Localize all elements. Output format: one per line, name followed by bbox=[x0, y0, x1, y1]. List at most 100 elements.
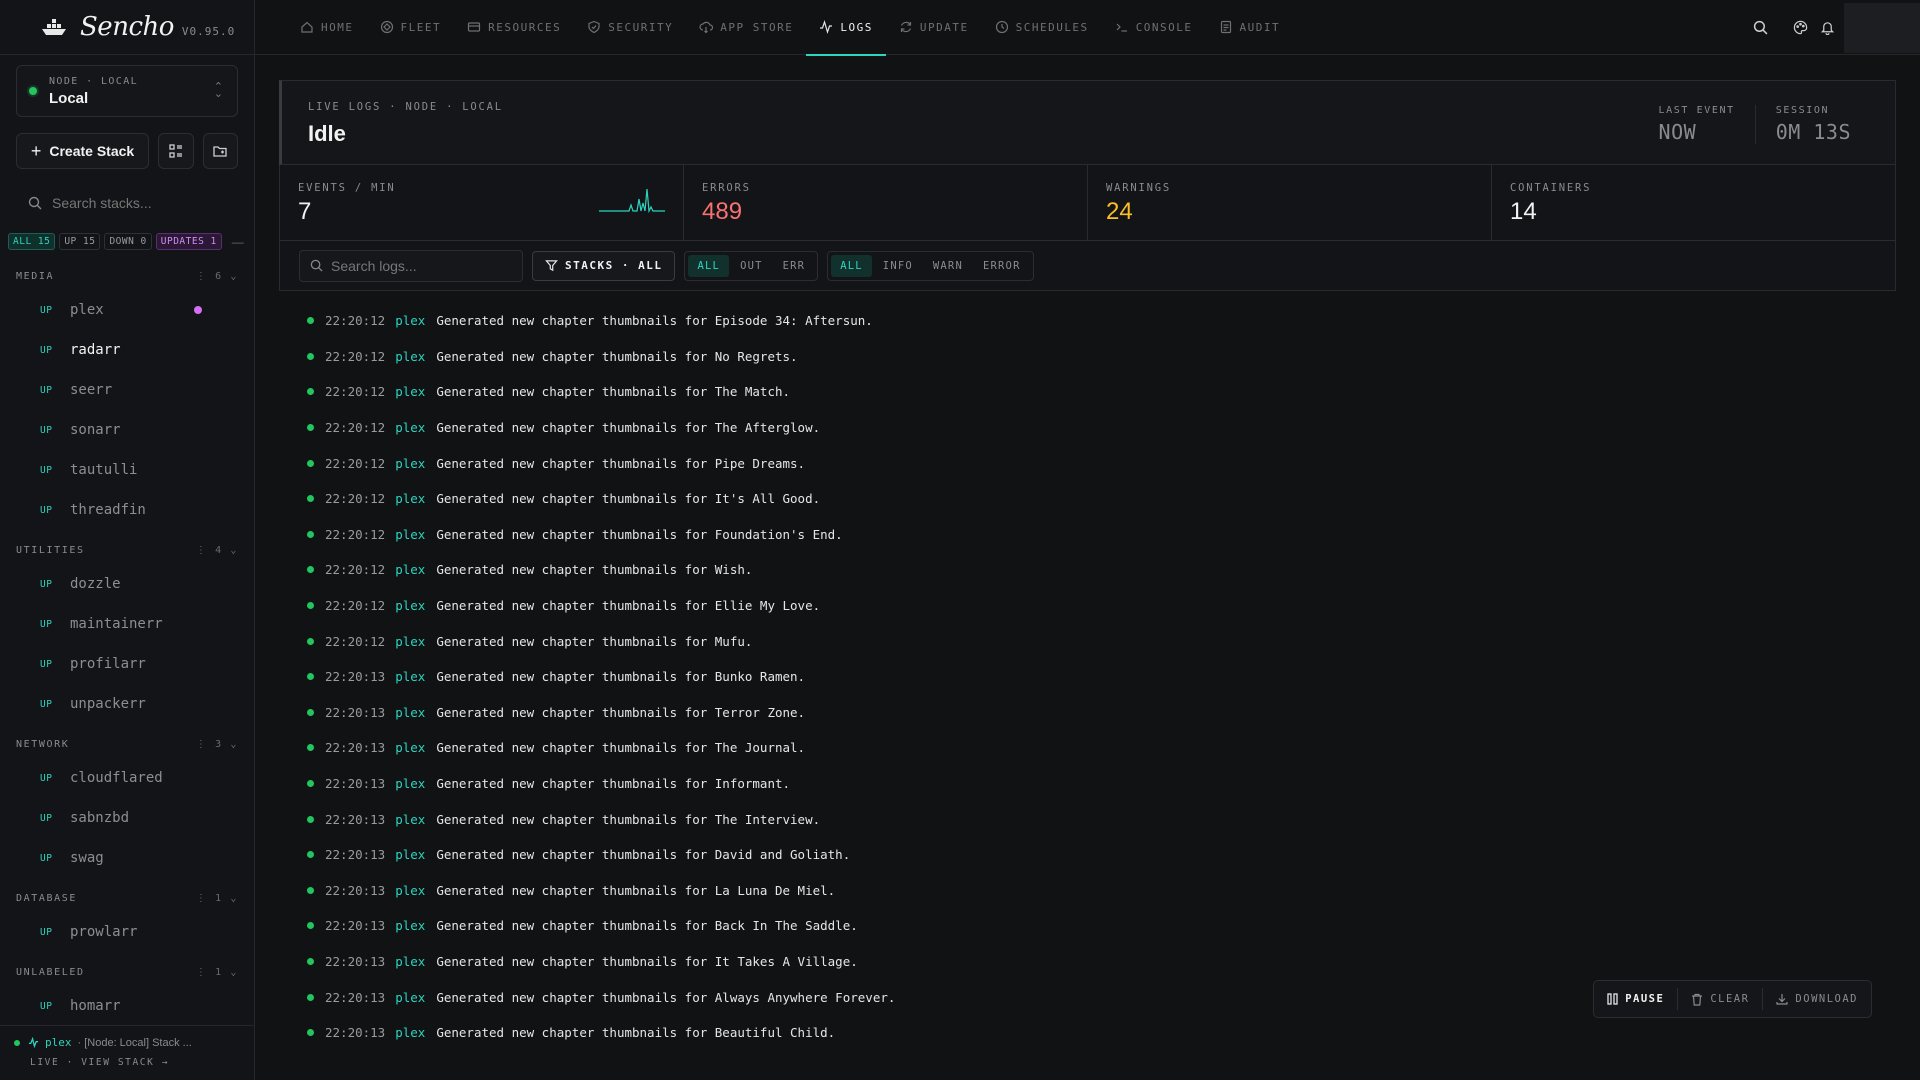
group-header[interactable]: DATABASE ⋮ 1 ⌄ bbox=[0, 884, 254, 912]
search-icon bbox=[310, 259, 323, 272]
chevron-down-icon[interactable]: ⌄ bbox=[223, 967, 238, 978]
log-service[interactable]: plex bbox=[395, 562, 425, 577]
nav-resources[interactable]: RESOURCES bbox=[454, 0, 574, 55]
group-header[interactable]: NETWORK ⋮ 3 ⌄ bbox=[0, 730, 254, 758]
filter-chip[interactable]: ALL 15 bbox=[8, 233, 56, 250]
log-service[interactable]: plex bbox=[395, 598, 425, 613]
chevron-down-icon[interactable]: ⌄ bbox=[223, 739, 238, 750]
nav-label: APP STORE bbox=[720, 20, 794, 34]
log-service[interactable]: plex bbox=[395, 527, 425, 542]
nav-home[interactable]: HOME bbox=[287, 0, 367, 55]
log-time: 22:20:12 bbox=[325, 455, 386, 471]
log-service[interactable]: plex bbox=[395, 705, 425, 720]
stack-item-sonarr[interactable]: UP sonarr bbox=[0, 410, 254, 450]
nav-fleet[interactable]: FLEET bbox=[367, 0, 455, 55]
stack-item-unpackerr[interactable]: UP unpackerr bbox=[0, 684, 254, 724]
log-service[interactable]: plex bbox=[395, 740, 425, 755]
stack-item-plex[interactable]: UP plex bbox=[0, 290, 254, 330]
nav-logs[interactable]: LOGS bbox=[806, 0, 886, 56]
log-service[interactable]: plex bbox=[395, 883, 425, 898]
stack-item-threadfin[interactable]: UP threadfin bbox=[0, 490, 254, 530]
log-time: 22:20:12 bbox=[325, 562, 386, 578]
kebab-icon[interactable]: ⋮ bbox=[196, 739, 215, 750]
stream-option-out[interactable]: OUT bbox=[731, 255, 772, 277]
search-icon[interactable] bbox=[1740, 20, 1780, 35]
pause-button[interactable]: PAUSE bbox=[1594, 988, 1677, 1010]
chevron-down-icon[interactable]: ⌄ bbox=[223, 271, 238, 282]
folder-button[interactable] bbox=[202, 133, 239, 169]
stack-item-prowlarr[interactable]: UP prowlarr bbox=[0, 912, 254, 952]
stack-item-tautulli[interactable]: UP tautulli bbox=[0, 450, 254, 490]
log-service[interactable]: plex bbox=[395, 776, 425, 791]
stack-status: UP bbox=[40, 772, 53, 784]
level-option-info[interactable]: INFO bbox=[874, 255, 922, 277]
clear-button[interactable]: CLEAR bbox=[1677, 988, 1762, 1010]
stream-option-all[interactable]: ALL bbox=[688, 254, 730, 277]
stack-name: maintainerr bbox=[70, 616, 163, 632]
stack-item-radarr[interactable]: UP radarr bbox=[0, 330, 254, 370]
log-service[interactable]: plex bbox=[395, 420, 425, 435]
more-filters-icon[interactable]: — bbox=[232, 235, 244, 249]
group-header[interactable]: UNLABELED ⋮ 1 ⌄ bbox=[0, 958, 254, 986]
log-service[interactable]: plex bbox=[395, 313, 425, 328]
log-service[interactable]: plex bbox=[395, 669, 425, 684]
log-search[interactable] bbox=[299, 249, 523, 282]
footer-text: · [Node: Local] Stack ... bbox=[77, 1036, 192, 1049]
log-service[interactable]: plex bbox=[395, 456, 425, 471]
stack-item-swag[interactable]: UP swag bbox=[0, 838, 254, 878]
log-service[interactable]: plex bbox=[395, 491, 425, 506]
log-search-input[interactable] bbox=[331, 257, 511, 274]
stack-item-dozzle[interactable]: UP dozzle bbox=[0, 564, 254, 604]
log-service[interactable]: plex bbox=[395, 954, 425, 969]
log-service[interactable]: plex bbox=[395, 918, 425, 933]
stacks-filter-button[interactable]: STACKS · ALL bbox=[532, 250, 676, 281]
stack-search[interactable]: Search stacks... bbox=[28, 191, 238, 215]
bell-icon[interactable] bbox=[1820, 20, 1844, 35]
log-service[interactable]: plex bbox=[395, 1025, 425, 1040]
nav-app-store[interactable]: APP STORE bbox=[686, 0, 806, 55]
stack-item-profilarr[interactable]: UP profilarr bbox=[0, 644, 254, 684]
sidebar-footer[interactable]: plex · [Node: Local] Stack ... LIVE · VI… bbox=[0, 1025, 254, 1080]
node-selector[interactable]: NODE · LOCAL Local ⌃ ⌄ bbox=[16, 65, 238, 117]
stack-item-cloudflared[interactable]: UP cloudflared bbox=[0, 758, 254, 798]
create-stack-button[interactable]: + Create Stack bbox=[16, 133, 150, 169]
level-option-warn[interactable]: WARN bbox=[924, 255, 972, 277]
log-service[interactable]: plex bbox=[395, 990, 425, 1005]
filter-chip[interactable]: UP 15 bbox=[59, 233, 101, 250]
stream-option-err[interactable]: ERR bbox=[774, 255, 815, 277]
kebab-icon[interactable]: ⋮ bbox=[196, 893, 215, 904]
kebab-icon[interactable]: ⋮ bbox=[196, 545, 215, 556]
level-option-error[interactable]: ERROR bbox=[974, 255, 1030, 277]
nav-audit[interactable]: AUDIT bbox=[1206, 0, 1294, 55]
group-header[interactable]: UTILITIES ⋮ 4 ⌄ bbox=[0, 536, 254, 564]
filter-chip[interactable]: UPDATES 1 bbox=[155, 233, 222, 250]
chevron-down-icon[interactable]: ⌄ bbox=[223, 545, 238, 556]
stack-item-maintainerr[interactable]: UP maintainerr bbox=[0, 604, 254, 644]
chevron-down-icon[interactable]: ⌄ bbox=[223, 893, 238, 904]
nav-update[interactable]: UPDATE bbox=[886, 0, 982, 55]
log-time: 22:20:12 bbox=[325, 633, 386, 649]
nav-security[interactable]: SECURITY bbox=[574, 0, 686, 55]
brand[interactable]: Sencho V0.95.0 bbox=[0, 0, 254, 55]
stack-item-sabnzbd[interactable]: UP sabnzbd bbox=[0, 798, 254, 838]
log-service[interactable]: plex bbox=[395, 634, 425, 649]
kebab-icon[interactable]: ⋮ bbox=[196, 967, 215, 978]
grid-view-button[interactable] bbox=[158, 133, 194, 169]
log-service[interactable]: plex bbox=[395, 384, 425, 399]
view-stack-link[interactable]: LIVE · VIEW STACK → bbox=[30, 1057, 254, 1068]
log-service[interactable]: plex bbox=[395, 349, 425, 364]
filter-chip[interactable]: DOWN 0 bbox=[104, 233, 152, 250]
log-service[interactable]: plex bbox=[395, 812, 425, 827]
user-menu[interactable] bbox=[1844, 2, 1920, 53]
nav-console[interactable]: CONSOLE bbox=[1102, 0, 1206, 55]
log-service[interactable]: plex bbox=[395, 847, 425, 862]
stack-item-seerr[interactable]: UP seerr bbox=[0, 370, 254, 410]
download-button[interactable]: DOWNLOAD bbox=[1762, 988, 1871, 1010]
kebab-icon[interactable]: ⋮ bbox=[196, 271, 215, 282]
nav-schedules[interactable]: SCHEDULES bbox=[982, 0, 1102, 55]
stack-item-homarr[interactable]: UP homarr bbox=[0, 986, 254, 1025]
level-option-all[interactable]: ALL bbox=[831, 254, 872, 277]
group-header[interactable]: MEDIA ⋮ 6 ⌄ bbox=[0, 262, 254, 290]
log-time: 22:20:13 bbox=[325, 704, 386, 720]
palette-icon[interactable] bbox=[1780, 20, 1820, 35]
